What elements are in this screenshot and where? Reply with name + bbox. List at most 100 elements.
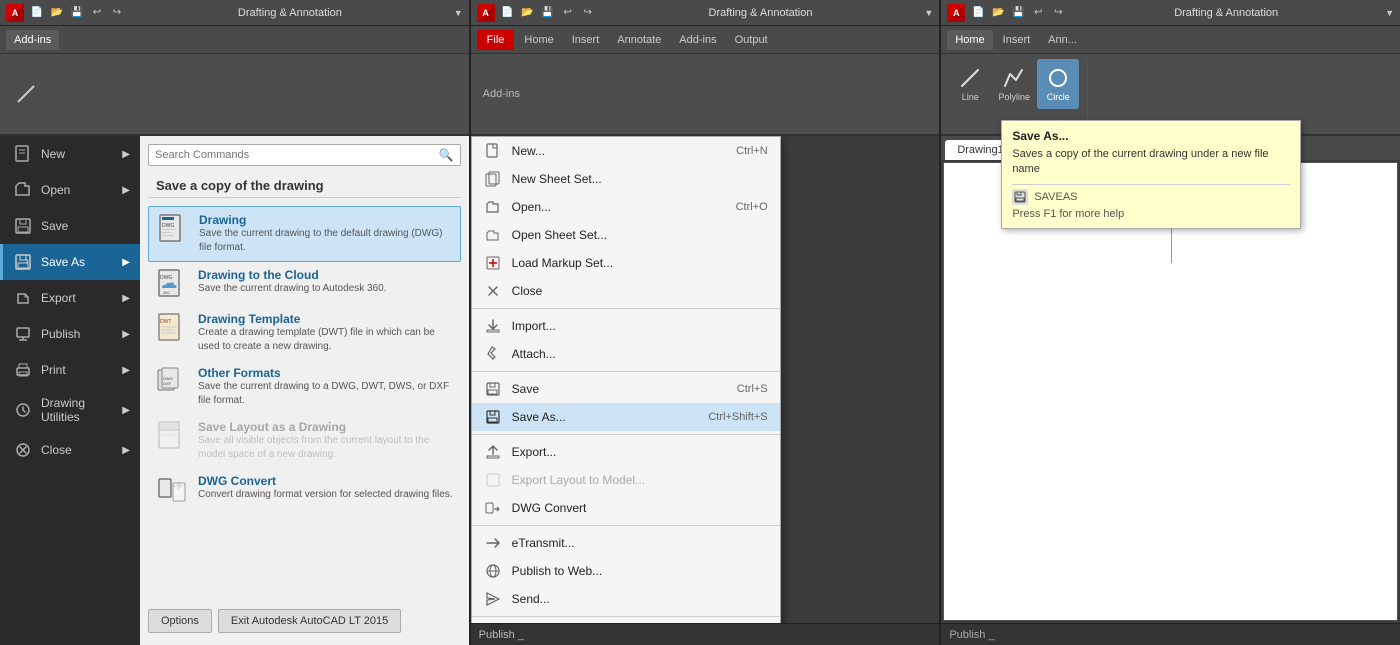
search-input-1[interactable] (155, 149, 435, 161)
menu-drawing-utilities-1[interactable]: Drawing Utilities ▶ (0, 388, 140, 432)
menu-saveas-2[interactable]: Save As... Ctrl+Shift+S (472, 403, 780, 431)
menu-open-1[interactable]: Open ▶ (0, 172, 140, 208)
workspace-dropdown-3[interactable]: ▼ (1385, 8, 1394, 18)
menu-open-2[interactable]: Open... Ctrl+O (472, 193, 780, 221)
menu-publishweb-2[interactable]: Publish to Web... (472, 557, 780, 585)
menu-export-1[interactable]: Export ▶ (0, 280, 140, 316)
qa-open-1[interactable]: 📂 (48, 4, 66, 22)
qa-undo-1[interactable]: ↩ (88, 4, 106, 22)
layout-option-desc-1: Save all visible objects from the curren… (198, 434, 453, 462)
qa-new-1[interactable]: 📄 (28, 4, 46, 22)
open-file-label-2: Open... (512, 200, 551, 214)
separator-3-2 (472, 434, 780, 435)
qa-open-3[interactable]: 📂 (989, 4, 1007, 22)
qa-redo-2[interactable]: ↪ (579, 4, 597, 22)
panel-3: A 📄 📂 💾 ↩ ↪ Drafting & Annotation ▼ Home… (941, 0, 1400, 645)
qa-new-3[interactable]: 📄 (969, 4, 987, 22)
menu-close-1[interactable]: Close ▶ (0, 432, 140, 468)
workspace-title-2: Drafting & Annotation (601, 7, 921, 19)
save-option-cloud-1[interactable]: DWG 360 Drawing to the Cloud Save the cu… (148, 262, 461, 306)
qa-undo-2[interactable]: ↩ (559, 4, 577, 22)
line-tool-3[interactable]: Line (949, 59, 991, 109)
newsheetset-icon-2 (484, 170, 502, 188)
ribbon-insert-3[interactable]: Insert (995, 30, 1039, 50)
formats-option-desc-1: Save the current drawing to a DWG, DWT, … (198, 380, 453, 408)
qa-save-1[interactable]: 💾 (68, 4, 86, 22)
save-option-formats-1[interactable]: DWG DXF Other Formats Save the current d… (148, 360, 461, 414)
menu-export-2[interactable]: Export... (472, 438, 780, 466)
menu-close-2[interactable]: Close (472, 277, 780, 305)
save-option-drawing-1[interactable]: DWG Drawing Save the current drawing to … (148, 206, 461, 262)
menu-newsheetset-2[interactable]: New Sheet Set... (472, 165, 780, 193)
qa-save-3[interactable]: 💾 (1009, 4, 1027, 22)
toolbar-draw-1[interactable] (8, 76, 44, 112)
ribbon-output-2[interactable]: Output (727, 30, 776, 50)
ribbon-ann-3[interactable]: Ann... (1040, 30, 1085, 50)
formats-option-title-1: Other Formats (198, 366, 453, 380)
workspace-dropdown-2[interactable]: ▼ (924, 8, 933, 18)
cloud-option-text-1: Drawing to the Cloud Save the current dr… (198, 268, 386, 296)
cloud-option-title-1: Drawing to the Cloud (198, 268, 386, 282)
menu-new-1[interactable]: New ▶ (0, 136, 140, 172)
layout-option-title-1: Save Layout as a Drawing (198, 420, 453, 434)
menu-publish-1[interactable]: Publish ▶ (0, 316, 140, 352)
ribbon-addins-2[interactable]: Add-ins (671, 30, 724, 50)
exit-button-1[interactable]: Exit Autodesk AutoCAD LT 2015 (218, 609, 401, 633)
save-shortcut-2: Ctrl+S (737, 383, 768, 395)
sub-panel-header-1: Save a copy of the drawing (148, 174, 461, 198)
ribbon-addins-note-2: Add-ins (479, 88, 520, 100)
menu-opensheetset-2[interactable]: Open Sheet Set... (472, 221, 780, 249)
ribbon-annotate-2[interactable]: Annotate (609, 30, 669, 50)
ribbon-tab-addins-1[interactable]: Add-ins (6, 30, 59, 50)
menu-dwgconvert-2[interactable]: DWG Convert (472, 494, 780, 522)
menu-send-2[interactable]: Send... (472, 585, 780, 613)
menu-print-1[interactable]: Print ▶ (0, 352, 140, 388)
qa-save-2[interactable]: 💾 (539, 4, 557, 22)
publishweb-icon-2 (484, 562, 502, 580)
qa-redo-1[interactable]: ↪ (108, 4, 126, 22)
import-icon-2 (484, 317, 502, 335)
new-shortcut-2: Ctrl+N (736, 145, 767, 157)
svg-text:DWT: DWT (160, 319, 171, 325)
ribbon-content-2: Add-ins (471, 54, 940, 136)
ribbon-bar-2: File Home Insert Annotate Add-ins Output (471, 26, 940, 54)
ribbon-insert-2[interactable]: Insert (564, 30, 608, 50)
qa-undo-3[interactable]: ↩ (1029, 4, 1047, 22)
saveas-label-1: Save As (41, 255, 85, 269)
polyline-tool-3[interactable]: Polyline (993, 59, 1035, 109)
menu-saveas-1[interactable]: Save As ▶ (0, 244, 140, 280)
formats-option-icon-1: DWG DXF (156, 366, 188, 398)
menu-attach-2[interactable]: Attach... (472, 340, 780, 368)
app-logo-1[interactable]: A (6, 4, 24, 22)
ribbon-home-3[interactable]: Home (947, 30, 992, 50)
qa-open-2[interactable]: 📂 (519, 4, 537, 22)
menu-etransmit-2[interactable]: eTransmit... (472, 529, 780, 557)
search-bar-1[interactable]: 🔍 (148, 144, 461, 166)
svg-text:DWG: DWG (160, 275, 172, 281)
save-option-template-1[interactable]: DWT Drawing Template Create a drawing te… (148, 306, 461, 360)
menu-save-1[interactable]: Save (0, 208, 140, 244)
drawing-utils-icon-1 (13, 400, 33, 420)
app-logo-2[interactable]: A (477, 4, 495, 22)
menu-loadmarkup-2[interactable]: Load Markup Set... (472, 249, 780, 277)
qa-new-2[interactable]: 📄 (499, 4, 517, 22)
menu-import-2[interactable]: Import... (472, 312, 780, 340)
menu-new-2[interactable]: New... Ctrl+N (472, 137, 780, 165)
new-label-1: New (41, 147, 65, 161)
title-bar-3: A 📄 📂 💾 ↩ ↪ Drafting & Annotation ▼ (941, 0, 1400, 26)
close-icon-1 (13, 440, 33, 460)
options-button-1[interactable]: Options (148, 609, 212, 633)
dwgconvert-option-icon-1 (156, 474, 188, 506)
save-option-dwgconvert-1[interactable]: DWG Convert Convert drawing format versi… (148, 468, 461, 512)
qa-redo-3[interactable]: ↪ (1049, 4, 1067, 22)
app-logo-3[interactable]: A (947, 4, 965, 22)
workspace-dropdown-1[interactable]: ▼ (454, 8, 463, 18)
toolbar-1 (0, 54, 469, 136)
circle-tool-3[interactable]: Circle (1037, 59, 1079, 109)
quick-access-2: 📄 📂 💾 ↩ ↪ (499, 4, 597, 22)
export-icon-1 (13, 288, 33, 308)
ribbon-home-2[interactable]: Home (516, 30, 561, 50)
menu-save-2[interactable]: Save Ctrl+S (472, 375, 780, 403)
file-tab-2[interactable]: File (477, 30, 515, 50)
tooltip-description-3: Saves a copy of the current drawing unde… (1012, 147, 1290, 178)
